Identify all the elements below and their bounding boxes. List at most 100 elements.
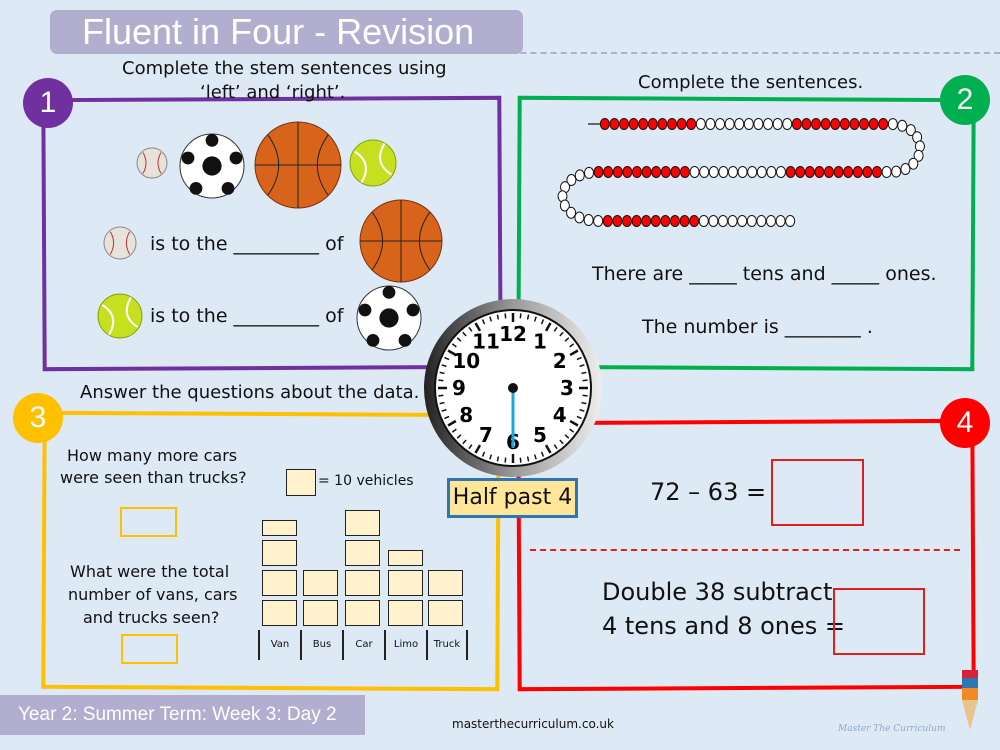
bead xyxy=(785,215,796,227)
bead xyxy=(753,118,764,130)
question-4-badge: 4 xyxy=(940,398,990,448)
clock-number: 11 xyxy=(472,329,500,353)
bead xyxy=(619,118,630,130)
title-divider xyxy=(470,52,1000,54)
q3-question1-line2: were seen than trucks? xyxy=(60,468,247,487)
footer-term: Year 2: Summer Term: Week 3: Day 2 xyxy=(0,695,365,735)
bead xyxy=(897,119,908,132)
bead xyxy=(891,165,902,178)
pictogram-block-limo xyxy=(388,570,423,596)
pictogram-block-car xyxy=(345,570,380,596)
bead xyxy=(791,118,802,130)
q3-answer-box-1[interactable] xyxy=(120,507,177,537)
q1-sentence-1: is to the _________ of xyxy=(150,233,344,255)
bead xyxy=(584,166,595,179)
bead xyxy=(650,215,661,227)
bead xyxy=(641,166,652,179)
q4-answer-box-2[interactable] xyxy=(833,588,925,655)
bead xyxy=(859,118,870,130)
bead xyxy=(820,118,831,130)
q3-question2-line3: and trucks seen? xyxy=(83,608,220,627)
category-label: Limo xyxy=(384,630,426,660)
tennis-ball-icon xyxy=(349,139,397,187)
question-3-badge: 3 xyxy=(13,393,63,443)
clock-number: 9 xyxy=(452,376,466,400)
category-label: Van xyxy=(258,630,300,660)
bead xyxy=(727,215,738,227)
bead xyxy=(756,215,767,227)
key-text: = 10 vehicles xyxy=(318,473,414,489)
bead xyxy=(830,118,841,130)
bead xyxy=(839,118,850,130)
pictogram-block-bus xyxy=(303,600,338,626)
basketball-icon xyxy=(359,199,443,283)
bead xyxy=(566,206,577,219)
bead xyxy=(878,118,889,130)
q3-answer-box-2[interactable] xyxy=(121,634,178,664)
bead xyxy=(737,215,748,227)
clock-number: 3 xyxy=(560,376,574,400)
football-icon xyxy=(356,285,422,351)
category-label: Truck xyxy=(426,630,468,660)
bead xyxy=(849,118,860,130)
footer-logo-text: Master The Curriculum xyxy=(838,724,946,734)
bead xyxy=(631,215,642,227)
pictogram-block-car xyxy=(345,510,380,536)
bead xyxy=(599,118,610,130)
bead xyxy=(574,169,585,182)
q4-answer-box-1[interactable] xyxy=(771,459,864,526)
bead xyxy=(657,118,668,130)
bead xyxy=(746,215,757,227)
bead xyxy=(609,118,620,130)
q4-calc-2-line1: Double 38 subtract xyxy=(602,578,833,606)
clock-number: 1 xyxy=(533,329,547,353)
bead xyxy=(737,166,748,179)
bead xyxy=(622,166,633,179)
bead xyxy=(843,166,854,179)
bead xyxy=(775,215,786,227)
pictogram-block-van xyxy=(262,600,297,626)
q2-sentence-1: There are _____ tens and _____ ones. xyxy=(592,263,937,285)
basketball-icon xyxy=(254,121,342,209)
bead xyxy=(747,166,758,179)
bead xyxy=(705,118,716,130)
bead xyxy=(698,215,709,227)
bead xyxy=(715,118,726,130)
bead xyxy=(583,214,594,227)
analogue-clock: 121234567891011 xyxy=(424,299,602,477)
q4-calc-2-line2: 4 tens and 8 ones = xyxy=(602,612,845,640)
bead xyxy=(724,118,735,130)
clock-number: 8 xyxy=(459,403,473,427)
bead xyxy=(638,118,649,130)
pictogram-block-limo xyxy=(388,550,423,566)
bead xyxy=(647,118,658,130)
bead xyxy=(718,166,729,179)
bead xyxy=(887,118,898,131)
pictogram-block-van xyxy=(262,540,297,566)
bead xyxy=(727,166,738,179)
bead xyxy=(574,211,585,224)
football-icon xyxy=(179,133,245,199)
clock-number: 7 xyxy=(479,423,493,447)
bead xyxy=(612,215,623,227)
bead xyxy=(756,166,767,179)
pictogram-block-van xyxy=(262,570,297,596)
bead xyxy=(676,118,687,130)
bead xyxy=(593,214,604,227)
pictogram-block-car xyxy=(345,600,380,626)
bead xyxy=(782,118,793,130)
bead xyxy=(765,215,776,227)
bead xyxy=(660,215,671,227)
bead xyxy=(667,118,678,130)
bead xyxy=(679,166,690,179)
bead xyxy=(743,118,754,130)
bead xyxy=(689,215,700,227)
bead xyxy=(679,215,690,227)
bead xyxy=(734,118,745,130)
bead xyxy=(785,166,796,179)
bead xyxy=(823,166,834,179)
footer-website[interactable]: masterthecurriculum.co.uk xyxy=(452,717,614,731)
bead xyxy=(766,166,777,179)
clock-number: 5 xyxy=(533,423,547,447)
q1-sentence-2: is to the _________ of xyxy=(150,305,344,327)
